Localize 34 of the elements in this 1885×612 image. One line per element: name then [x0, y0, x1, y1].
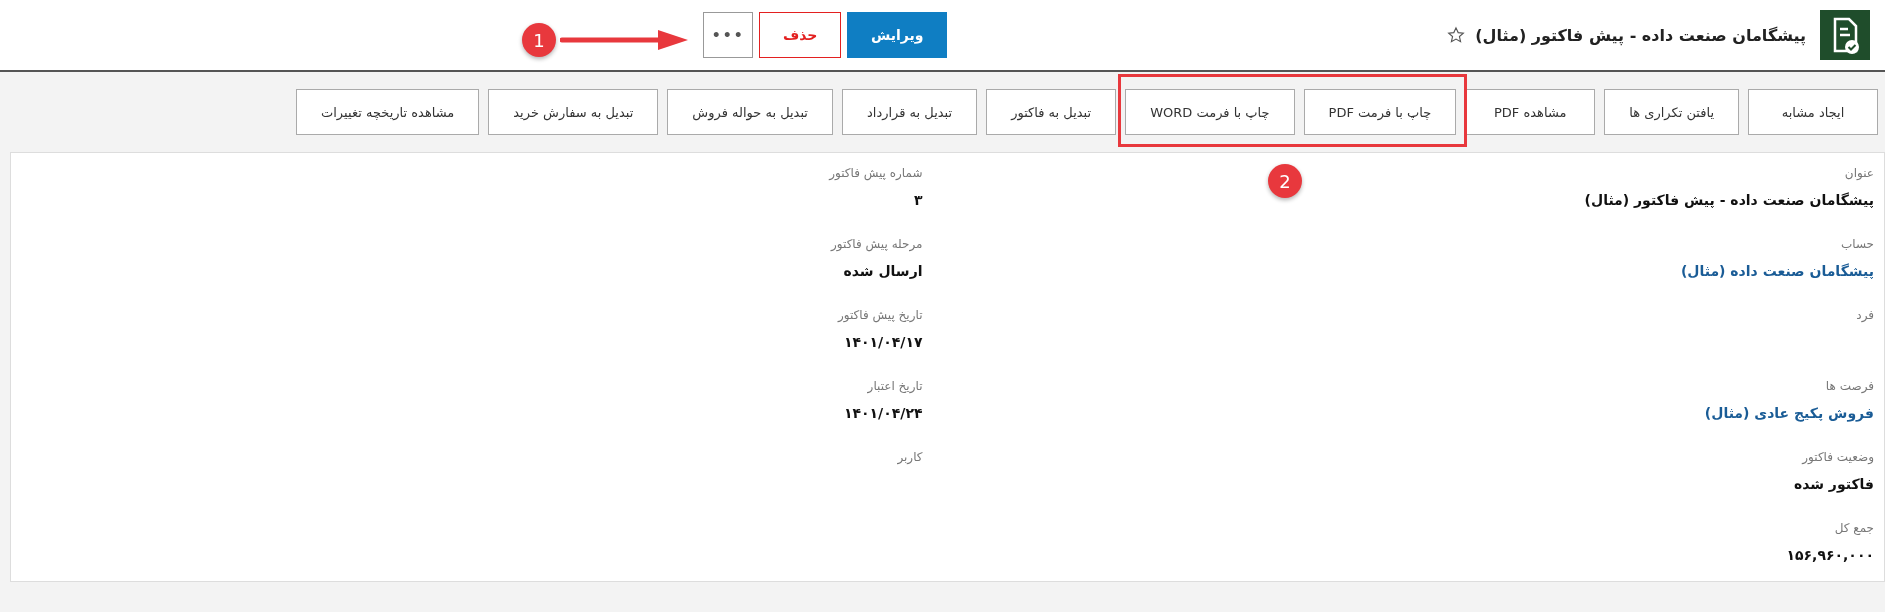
- field-value: ۱۴۰۱/۰۴/۱۷: [843, 334, 923, 350]
- field-label: تاریخ اعتبار: [867, 379, 923, 393]
- toolbar-button[interactable]: یافتن تکراری ها: [1604, 89, 1739, 135]
- field-label: فرد: [1856, 308, 1874, 322]
- record-title: پیشگامان صنعت داده - پیش فاکتور (مثال): [1475, 25, 1806, 45]
- field-label: حساب: [1840, 237, 1874, 251]
- toolbar-button[interactable]: چاپ با فرمت WORD: [1125, 89, 1295, 135]
- field-value: ۱۵۶,۹۶۰,۰۰۰: [1786, 547, 1874, 563]
- field-label: کاربر: [897, 450, 923, 464]
- toolbar-button[interactable]: تبدیل به حواله فروش: [667, 89, 833, 135]
- field-label: جمع کل: [1834, 521, 1874, 535]
- field-label: مرحله پیش فاکتور: [831, 237, 923, 251]
- field-value: پیشگامان صنعت داده - پیش فاکتور (مثال): [1584, 192, 1874, 208]
- more-button[interactable]: •••: [703, 12, 754, 58]
- toolbar-button[interactable]: چاپ با فرمت PDF: [1303, 89, 1457, 135]
- field-link[interactable]: فروش پکیج عادی (مثال): [1704, 405, 1874, 421]
- toolbar-button[interactable]: تبدیل به قرارداد: [842, 89, 978, 135]
- toolbar-button[interactable]: تبدیل به سفارش خرید: [488, 89, 659, 135]
- field-label: وضعیت فاکتور: [1802, 450, 1874, 464]
- toolbar-button[interactable]: تبدیل به فاکتور: [986, 89, 1117, 135]
- delete-button[interactable]: حذف: [759, 12, 842, 58]
- toolbar-button[interactable]: مشاهده تاریخچه تغییرات: [296, 89, 480, 135]
- toolbar-button[interactable]: ایجاد مشابه: [1748, 89, 1878, 135]
- field-value: ۱۴۰۱/۰۴/۲۴: [843, 405, 923, 421]
- field-value: ارسال شده: [843, 263, 923, 279]
- field-label: فرصت ها: [1825, 379, 1874, 393]
- field-label: شماره پیش فاکتور: [829, 166, 923, 180]
- field-link[interactable]: پیشگامان صنعت داده (مثال): [1680, 263, 1874, 279]
- field-value: فاکتور شده: [1793, 476, 1874, 492]
- edit-button[interactable]: ویرایش: [847, 12, 948, 58]
- field-label: تاریخ پیش فاکتور: [838, 308, 923, 322]
- field-label: عنوان: [1844, 166, 1874, 180]
- field-value: ۳: [913, 192, 923, 208]
- toolbar-button[interactable]: مشاهده PDF: [1465, 89, 1596, 135]
